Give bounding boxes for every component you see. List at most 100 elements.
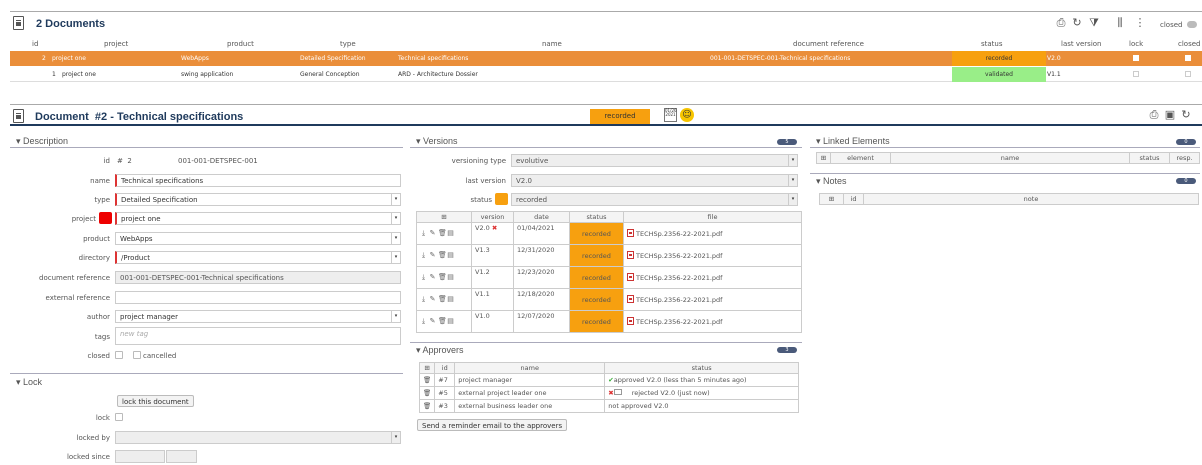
download-icon: ⤓ <box>421 251 426 259</box>
file-link[interactable]: TECHSp.2356-22-2021.pdf <box>636 318 722 326</box>
smiley-icon: ☺ <box>680 108 694 122</box>
status-badge: validated <box>952 67 1046 82</box>
id-reference: 001-001-DETSPEC-001 <box>178 157 258 165</box>
delete-icon[interactable]: 🗑 <box>418 373 436 387</box>
lock-document-button[interactable]: lock this document <box>117 395 194 407</box>
file-link[interactable]: TECHSp.2356-22-2021.pdf <box>636 252 722 260</box>
document-list-header: 2 Documents ⎙ ↻ ⧩ ⫼ ⋮ closed <box>10 11 1202 39</box>
closed-checkbox[interactable] <box>115 351 123 359</box>
id-value: # 2 <box>117 157 132 165</box>
locked-by-select: ▾ <box>115 431 401 444</box>
project-select[interactable]: project one ▾ <box>115 212 401 225</box>
section-linked-elements[interactable]: ▾ Linked Elements <box>816 136 890 147</box>
last-version-label: last version <box>465 177 507 185</box>
closed-checkbox[interactable] <box>1185 71 1191 77</box>
download-icon: ⤓ <box>421 295 426 303</box>
details-icon: ▤ <box>447 251 454 259</box>
table-row[interactable]: 🗑 #3 external business leader one not ap… <box>418 399 799 413</box>
col-product[interactable]: product <box>227 40 254 48</box>
section-lock[interactable]: ▾ Lock <box>16 377 42 388</box>
add-link-button[interactable]: ⊞ <box>816 152 831 164</box>
tags-input[interactable]: new tag <box>115 327 401 345</box>
row-actions[interactable]: ⤓ ✎ 🗑▤ <box>416 288 472 311</box>
directory-select[interactable]: /Product ▾ <box>115 251 401 264</box>
closed-checkbox[interactable] <box>1185 55 1191 61</box>
table-row[interactable]: ⤓ ✎ 🗑▤ V1.0 12/07/2020 recorded TECHSp.235… <box>416 310 802 333</box>
send-reminder-button[interactable]: Send a reminder email to the approvers <box>417 419 568 431</box>
row-actions[interactable]: ⤓ ✎ 🗑▤ <box>416 244 472 267</box>
external-reference-field[interactable] <box>115 291 401 304</box>
edit-icon: ✎ <box>429 251 436 259</box>
print-icon[interactable]: ⎙ <box>1148 109 1160 121</box>
delete-icon[interactable]: 🗑 <box>418 386 436 400</box>
author-select[interactable]: project manager ▾ <box>115 310 401 323</box>
col-id[interactable]: id <box>32 40 38 48</box>
add-note-button[interactable]: ⊞ <box>819 193 844 205</box>
id-label: id <box>103 157 110 165</box>
chevron-down-icon: ▾ <box>391 194 400 205</box>
file-link[interactable]: TECHSp.2356-22-2021.pdf <box>636 230 722 238</box>
comment-icon[interactable] <box>613 389 622 395</box>
section-approvers[interactable]: ▾ Approvers <box>416 345 464 356</box>
section-description[interactable]: ▾ Description <box>16 136 68 147</box>
edit-icon: ✎ <box>429 317 436 325</box>
lock-checkbox[interactable] <box>115 413 123 421</box>
col-type[interactable]: type <box>340 40 356 48</box>
col-project[interactable]: project <box>104 40 128 48</box>
details-icon: ▤ <box>447 229 454 237</box>
columns-icon[interactable]: ⫼ <box>1114 17 1126 29</box>
table-row[interactable]: 🗑 #7 project manager ✔approved V2.0 (les… <box>418 373 799 387</box>
delete-icon: 🗑 <box>438 295 447 303</box>
document-reference-field: 001-001-DETSPEC-001-Technical specificat… <box>115 271 401 284</box>
product-select[interactable]: WebApps ▾ <box>115 232 401 245</box>
locked-since-time <box>166 450 197 463</box>
project-color-swatch <box>99 212 112 224</box>
table-row[interactable]: ⤓ ✎ 🗑▤ V2.0 ✖ 01/04/2021 recorded TECHSp.2… <box>416 222 802 245</box>
delete-icon[interactable]: 🗑 <box>418 399 436 413</box>
col-document-reference[interactable]: document reference <box>793 40 864 48</box>
row-actions[interactable]: ⤓ ✎ 🗑▤ <box>416 222 472 245</box>
list-title: 2 Documents <box>36 18 106 30</box>
save-icon[interactable]: ▣ <box>1164 109 1176 121</box>
table-row[interactable]: 1 project one swing application General … <box>10 67 1202 82</box>
section-divider <box>10 147 403 148</box>
lock-checkbox[interactable] <box>1133 71 1139 77</box>
download-icon: ⤓ <box>421 273 426 281</box>
locked-since-label: locked since <box>66 453 110 461</box>
add-approver-button[interactable]: ⊞ <box>418 362 436 374</box>
type-select[interactable]: Detailed Specification ▾ <box>115 193 401 206</box>
col-status[interactable]: status <box>981 40 1003 48</box>
table-row[interactable]: ⤓ ✎ 🗑▤ V1.3 12/31/2020 recorded TECHSp.235… <box>416 244 802 267</box>
table-row[interactable]: 🗑 #5 external project leader one ✖ reject… <box>418 386 799 400</box>
row-actions[interactable]: ⤓ ✎ 🗑▤ <box>416 310 472 333</box>
section-versions[interactable]: ▾ Versions <box>416 136 458 147</box>
table-row[interactable]: 2 project one WebApps Detailed Specifica… <box>10 51 1202 66</box>
section-notes[interactable]: ▾ Notes <box>816 176 847 187</box>
filter-icon[interactable]: ⧩ <box>1088 17 1100 29</box>
file-link[interactable]: TECHSp.2356-22-2021.pdf <box>636 296 722 304</box>
row-actions[interactable]: ⤓ ✎ 🗑▤ <box>416 266 472 289</box>
linked-elements-table: ⊞ element name status resp. <box>816 152 1200 164</box>
print-icon[interactable]: ⎙ <box>1055 17 1067 29</box>
more-icon[interactable]: ⋮ <box>1134 17 1146 29</box>
closed-toggle[interactable] <box>1187 21 1197 28</box>
table-row[interactable]: ⤓ ✎ 🗑▤ V1.2 12/23/2020 recorded TECHSp.235… <box>416 266 802 289</box>
section-divider <box>10 373 403 374</box>
name-field[interactable]: Technical specifications <box>115 174 401 187</box>
section-divider <box>410 342 802 343</box>
lock-checkbox[interactable] <box>1133 55 1139 61</box>
col-name[interactable]: name <box>542 40 562 48</box>
cancelled-checkbox[interactable] <box>133 351 141 359</box>
file-link[interactable]: TECHSp.2356-22-2021.pdf <box>636 274 722 282</box>
col-lock[interactable]: lock <box>1129 40 1143 48</box>
col-last-version[interactable]: last version <box>1061 40 1102 48</box>
status-color-swatch <box>495 193 508 205</box>
chevron-down-icon: ▾ <box>391 233 400 244</box>
table-row[interactable]: ⤓ ✎ 🗑▤ V1.1 12/18/2020 recorded TECHSp.235… <box>416 288 802 311</box>
refresh-icon[interactable]: ↻ <box>1180 109 1192 121</box>
delete-icon: 🗑 <box>438 251 447 259</box>
col-closed[interactable]: closed <box>1178 40 1200 48</box>
add-version-button[interactable]: ⊞ <box>416 211 472 223</box>
reject-icon: ✖ <box>491 224 498 232</box>
refresh-icon[interactable]: ↻ <box>1071 17 1083 29</box>
